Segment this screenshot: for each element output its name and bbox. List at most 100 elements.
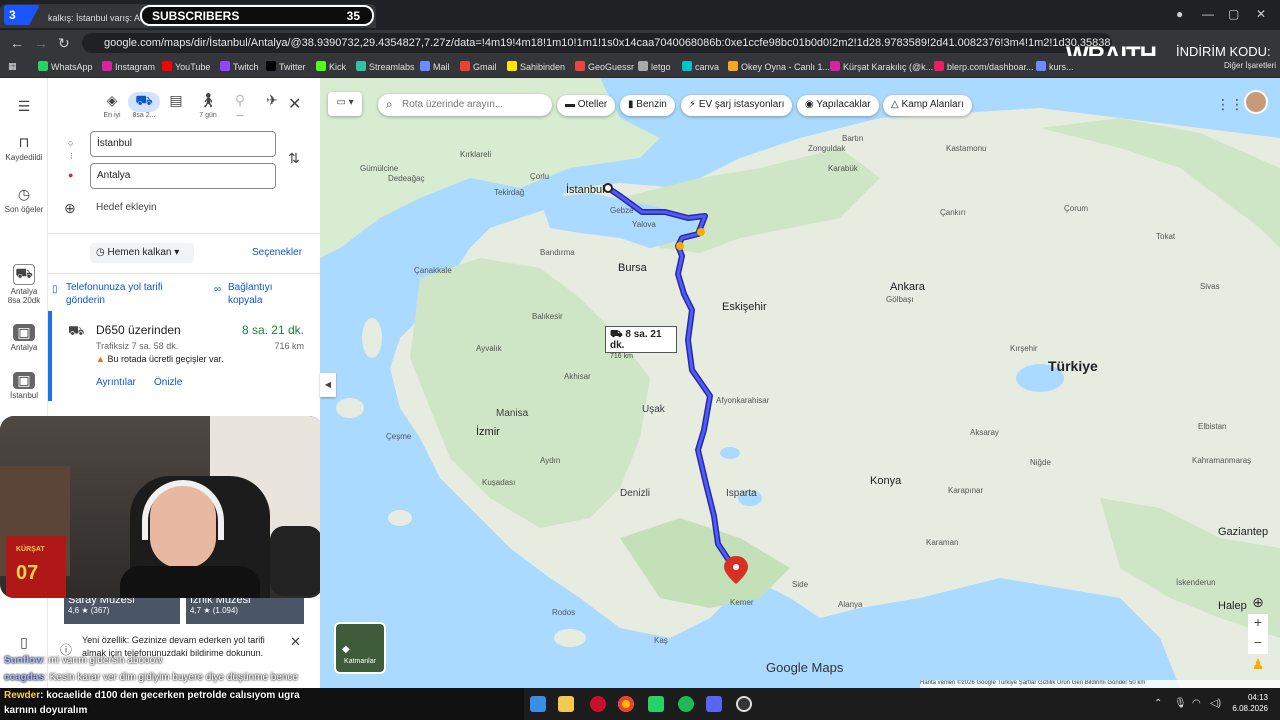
label-turkiye[interactable]: Türkiye — [1048, 358, 1098, 374]
minimize-icon[interactable]: — — [1202, 7, 1214, 21]
label-alanya[interactable]: Alanya — [838, 600, 862, 609]
swap-icon[interactable]: ⇅ — [288, 150, 300, 167]
label-dedeagac[interactable]: Dedeağaç — [388, 174, 424, 183]
label-nigde[interactable]: Niğde — [1030, 458, 1051, 467]
label-side[interactable]: Side — [792, 580, 808, 589]
label-aydin[interactable]: Aydın — [540, 456, 560, 465]
mic-icon[interactable]: 🎙︎ — [1174, 698, 1187, 709]
add-stop-label[interactable]: Hedef ekleyin — [96, 202, 157, 213]
preview-link[interactable]: Önizle — [154, 377, 182, 388]
rail-recent-route-1[interactable]: ⛟ Antalya 8sa 20dk — [0, 264, 48, 305]
label-gebze[interactable]: Gebze — [610, 206, 634, 215]
mode-flight[interactable]: ✈ — [256, 92, 288, 112]
label-karabuk[interactable]: Karabük — [828, 164, 858, 173]
bookmark-whatsapp[interactable]: WhatsApp — [38, 61, 93, 72]
rail-recent-route-2[interactable]: ▣ Antalya — [0, 324, 48, 352]
bookmark-streamlabs[interactable]: Streamlabs — [356, 61, 415, 72]
label-konya[interactable]: Konya — [870, 475, 901, 487]
label-elbistan[interactable]: Elbistan — [1198, 422, 1226, 431]
other-bookmarks[interactable]: Diğer İşaretleri — [1224, 61, 1276, 70]
depart-time-dropdown[interactable]: ◷ Hemen kalkan ▾ — [90, 243, 194, 263]
menu-icon[interactable]: ☰ — [0, 98, 48, 117]
zoom-in-button[interactable]: + — [1248, 614, 1268, 634]
route-duration-callout[interactable]: ⛟ 8 sa. 21 dk. 716 km — [605, 326, 677, 360]
add-stop-icon[interactable]: ⊕ — [64, 200, 76, 217]
bookmark-geoguessr[interactable]: GeoGuessr — [575, 61, 634, 72]
rail-recent-route-3[interactable]: ▣ İstanbul — [0, 372, 48, 400]
bookmark-blerp[interactable]: blerp.com/dashboar... — [934, 61, 1034, 72]
mode-walking[interactable]: 🚶︎ 7 gün — [192, 92, 224, 119]
forward-icon[interactable]: → — [34, 35, 48, 51]
pegman-icon[interactable]: ♟ — [1248, 656, 1268, 676]
label-bandirma[interactable]: Bandırma — [540, 248, 575, 257]
label-afyon[interactable]: Afyonkarahisar — [716, 396, 769, 405]
label-corlu[interactable]: Çorlu — [530, 172, 549, 181]
whatsapp-icon[interactable] — [648, 696, 664, 712]
bookmark-twitch[interactable]: Twitch — [220, 61, 259, 72]
label-kirklareli[interactable]: Kırklareli — [460, 150, 491, 159]
start-icon[interactable] — [530, 696, 546, 712]
label-bursa[interactable]: Bursa — [618, 262, 647, 274]
rail-phone[interactable]: ▯ — [0, 634, 48, 653]
bookmark-mail[interactable]: Mail — [420, 61, 450, 72]
location-icon[interactable]: ⊕ — [1248, 594, 1268, 614]
label-usak[interactable]: Uşak — [642, 404, 665, 415]
destination-field[interactable]: Antalya — [90, 163, 276, 189]
mode-transit[interactable]: ▤ — [160, 92, 192, 112]
label-gumulcine[interactable]: Gümülcine — [360, 164, 398, 173]
route-option[interactable]: ⛟ D650 üzerinden 8 sa. 21 dk. Trafiksiz … — [48, 311, 320, 401]
bookmark-instagram[interactable]: Instagram — [102, 61, 155, 72]
label-kastamonu[interactable]: Kastamonu — [946, 144, 986, 153]
back-icon[interactable]: ← — [10, 35, 24, 51]
label-corum[interactable]: Çorum — [1064, 204, 1088, 213]
label-istanbul[interactable]: İstanbul — [566, 184, 605, 196]
origin-field[interactable]: İstanbul — [90, 131, 276, 157]
bookmark-twitter[interactable]: Twitter — [266, 61, 306, 72]
label-aksaray[interactable]: Aksaray — [970, 428, 999, 437]
spotify-icon[interactable] — [678, 696, 694, 712]
apps-grid-icon[interactable]: ⋮⋮ — [1216, 96, 1244, 113]
label-denizli[interactable]: Denizli — [620, 488, 650, 499]
label-izmir[interactable]: İzmir — [476, 426, 500, 438]
bookmark-youtube[interactable]: YouTube — [162, 61, 210, 72]
label-cesme[interactable]: Çeşme — [386, 432, 411, 441]
bookmark-kurs[interactable]: kurs... — [1036, 61, 1074, 72]
system-clock[interactable]: 04:13 6.08.2026 — [1218, 692, 1268, 714]
reload-icon[interactable]: ↻ — [58, 35, 70, 52]
bookmark-gmail[interactable]: Gmail — [460, 61, 497, 72]
label-gaziantep[interactable]: Gaziantep — [1218, 526, 1268, 538]
details-link[interactable]: Ayrıntılar — [96, 377, 136, 388]
label-sivas[interactable]: Sivas — [1200, 282, 1220, 291]
label-canakkale[interactable]: Çanakkale — [414, 266, 452, 275]
chip-camping[interactable]: △ Kamp Alanları — [883, 95, 972, 116]
dismiss-tip-icon[interactable]: ✕ — [290, 634, 301, 650]
label-balikesir[interactable]: Balıkesir — [532, 312, 563, 321]
bookmark-letgo[interactable]: letgo — [638, 61, 671, 72]
label-rodos[interactable]: Rodos — [552, 608, 575, 617]
label-zonguldak[interactable]: Zonguldak — [808, 144, 845, 153]
chip-gas[interactable]: ▮ Benzin — [620, 95, 675, 116]
bookmark-kursat[interactable]: Kürşat Karakılıç (@k... — [830, 61, 933, 72]
label-karapinar[interactable]: Karapınar — [948, 486, 983, 495]
chip-ev-charging[interactable]: ⚡ EV şarj istasyonları — [681, 95, 793, 116]
zoom-out-button[interactable]: − — [1248, 634, 1268, 654]
chrome-icon[interactable] — [618, 696, 634, 712]
label-ayvalik[interactable]: Ayvalık — [476, 344, 502, 353]
map-canvas[interactable]: İstanbul Bursa Ankara Gölbaşı Eskişehir … — [320, 78, 1280, 688]
label-kemer[interactable]: Kemer — [730, 598, 754, 607]
copy-link[interactable]: ∞ Bağlantıyı kopyala — [214, 281, 298, 307]
folder-icon[interactable] — [558, 696, 574, 712]
bookmark-canva[interactable]: canva — [682, 61, 719, 72]
label-bartin[interactable]: Bartın — [842, 134, 863, 143]
bookmark-okey[interactable]: Okey Oyna - Canlı 1... — [728, 61, 830, 72]
discord-icon[interactable] — [706, 696, 722, 712]
mode-best[interactable]: ◈ En iyi — [96, 92, 128, 119]
extension-icon[interactable]: ● — [1176, 7, 1183, 21]
options-link[interactable]: Seçenekler — [252, 247, 302, 258]
label-akhisar[interactable]: Akhisar — [564, 372, 591, 381]
label-tekirdag[interactable]: Tekirdağ — [494, 188, 524, 197]
maximize-icon[interactable]: ▢ — [1228, 7, 1239, 21]
label-isparta[interactable]: Isparta — [726, 488, 757, 499]
label-kas[interactable]: Kaş — [654, 636, 668, 645]
label-manisa[interactable]: Manisa — [496, 408, 528, 419]
